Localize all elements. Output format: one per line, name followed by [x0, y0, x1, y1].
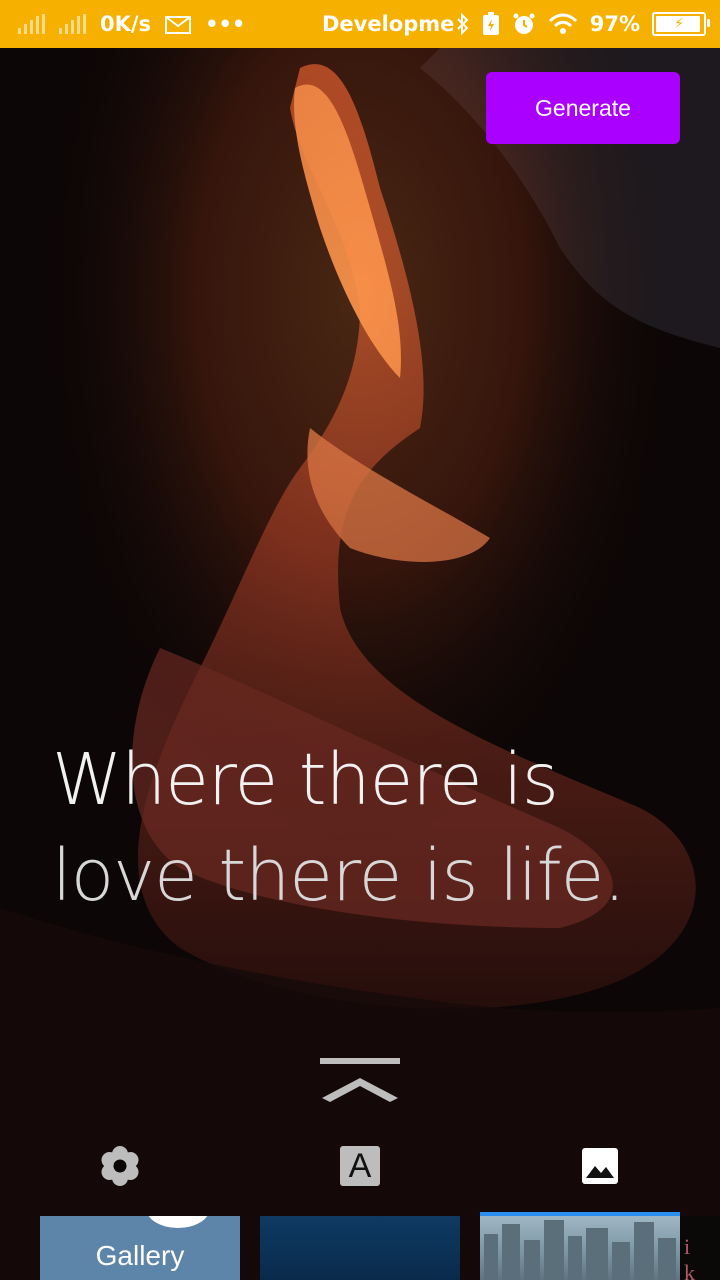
battery-icon: ⚡ [652, 12, 710, 36]
image-icon[interactable] [578, 1144, 622, 1188]
night-sky-thumbnail[interactable] [260, 1216, 460, 1280]
expand-panel-handle[interactable] [318, 1056, 402, 1104]
battery-saver-icon [482, 12, 500, 36]
gallery-label: Gallery [95, 1240, 185, 1271]
alarm-icon [512, 12, 536, 36]
wifi-icon [548, 13, 578, 35]
signal-icon [18, 14, 45, 34]
quote-line-1: Where there is [52, 738, 559, 821]
gallery-thumbnail[interactable]: Gallery [40, 1216, 240, 1280]
effects-icon[interactable] [98, 1144, 142, 1188]
signal-icon [59, 14, 86, 34]
bluetooth-icon [456, 13, 470, 35]
text-icon-glyph: A [348, 1147, 372, 1185]
more-notifications: ••• [205, 12, 246, 36]
generate-button[interactable]: Generate [486, 72, 680, 144]
quote-text: Where there is love there is life. [52, 732, 692, 924]
quote-line-2: love there is life. [52, 834, 626, 917]
background-thumbnails: Gallery i k [0, 1212, 720, 1280]
city-thumbnail-selected[interactable] [480, 1212, 680, 1280]
battery-percent: 97% [589, 12, 640, 36]
partial-thumbnail[interactable]: i k [680, 1216, 720, 1280]
mail-icon [165, 14, 192, 34]
notification-title: Developme [322, 12, 455, 36]
partial-thumbnail-text: i k [684, 1234, 701, 1280]
network-speed: 0K/s [100, 12, 152, 36]
text-icon[interactable]: A [338, 1144, 382, 1188]
status-bar: 0K/s ••• Developme 97% ⚡ [0, 0, 720, 48]
gallery-icon [146, 1216, 210, 1228]
